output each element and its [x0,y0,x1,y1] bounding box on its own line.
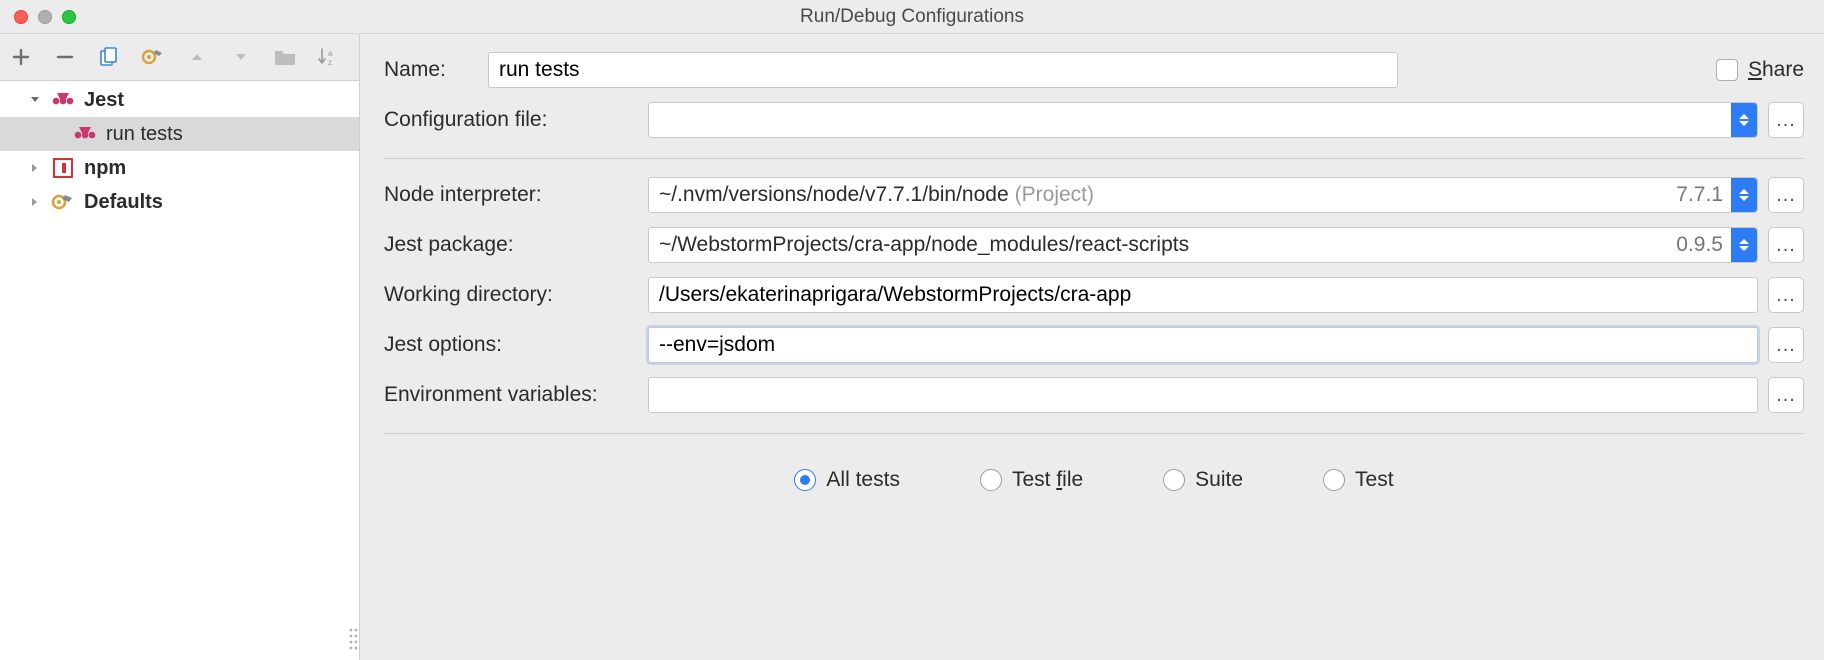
scope-suite-label: Suite [1195,468,1243,492]
node-interpreter-browse-button[interactable]: ... [1768,177,1804,213]
env-vars-edit-button[interactable]: ... [1768,377,1804,413]
jest-options-input[interactable] [648,327,1758,363]
sidebar-toolbar: az [0,34,359,80]
node-interpreter-dropdown[interactable]: ~/.nvm/versions/node/v7.7.1/bin/node (Pr… [648,177,1758,213]
jest-package-value: ~/WebstormProjects/cra-app/node_modules/… [659,233,1189,257]
titlebar: Run/Debug Configurations [0,0,1824,34]
chevron-right-icon [28,162,42,174]
folder-button[interactable] [272,44,298,70]
configuration-form: Name: Share Configuration file: ... Node… [360,34,1824,660]
tree-node-run-tests[interactable]: run tests [0,117,359,151]
resize-grip-icon[interactable] [348,626,360,654]
configurations-sidebar: az Jest run tests [0,34,360,660]
edit-defaults-button[interactable] [140,44,166,70]
test-scope-radios: All tests Test file Suite Test [384,468,1804,492]
scope-all-tests-label: All tests [826,468,900,492]
svg-text:z: z [328,58,332,67]
jest-icon [50,89,76,111]
radio-off-icon [1163,469,1185,491]
configuration-file-browse-button[interactable]: ... [1768,102,1804,138]
tree-node-label: npm [84,157,126,180]
name-label: Name: [384,58,474,82]
sort-alpha-button[interactable]: az [316,44,342,70]
svg-text:a: a [328,49,333,58]
window-controls [14,10,76,24]
chevron-right-icon [28,196,42,208]
working-directory-label: Working directory: [384,283,634,307]
tree-node-label: run tests [106,123,183,146]
tree-node-jest[interactable]: Jest [0,83,359,117]
wrench-icon [50,191,76,213]
jest-package-browse-button[interactable]: ... [1768,227,1804,263]
node-interpreter-label: Node interpreter: [384,183,634,207]
env-vars-label: Environment variables: [384,383,634,407]
configuration-file-dropdown[interactable] [648,102,1758,138]
scope-suite-radio[interactable]: Suite [1163,468,1243,492]
tree-node-npm[interactable]: npm [0,151,359,185]
radio-on-icon [794,469,816,491]
form-divider [384,433,1804,434]
radio-off-icon [1323,469,1345,491]
tree-node-label: Jest [84,89,124,112]
share-checkbox-group[interactable]: Share [1716,58,1804,82]
move-up-button[interactable] [184,44,210,70]
dropdown-arrow-icon [1731,178,1757,212]
zoom-window-button[interactable] [62,10,76,24]
share-label: Share [1748,58,1804,82]
radio-off-icon [980,469,1002,491]
window-title: Run/Debug Configurations [0,6,1824,28]
name-input[interactable] [488,52,1398,88]
jest-package-label: Jest package: [384,233,634,257]
jest-options-expand-button[interactable]: ... [1768,327,1804,363]
env-vars-input[interactable] [648,377,1758,413]
jest-options-label: Jest options: [384,333,634,357]
minimize-window-button[interactable] [38,10,52,24]
node-interpreter-value: ~/.nvm/versions/node/v7.7.1/bin/node [659,183,1009,207]
jest-package-dropdown[interactable]: ~/WebstormProjects/cra-app/node_modules/… [648,227,1758,263]
jest-icon [72,123,98,145]
node-interpreter-hint: (Project) [1015,183,1094,207]
configurations-tree: Jest run tests npm [0,80,359,660]
scope-test-label: Test [1355,468,1394,492]
remove-configuration-button[interactable] [52,44,78,70]
close-window-button[interactable] [14,10,28,24]
tree-node-label: Defaults [84,191,163,214]
copy-configuration-button[interactable] [96,44,122,70]
scope-test-file-radio[interactable]: Test file [980,468,1083,492]
node-interpreter-version: 7.7.1 [1676,183,1723,207]
scope-all-tests-radio[interactable]: All tests [794,468,900,492]
working-directory-input[interactable] [648,277,1758,313]
move-down-button[interactable] [228,44,254,70]
chevron-down-icon [28,94,42,106]
npm-icon [50,157,76,179]
scope-test-radio[interactable]: Test [1323,468,1394,492]
dropdown-arrow-icon [1731,228,1757,262]
jest-package-version: 0.9.5 [1676,233,1723,257]
add-configuration-button[interactable] [8,44,34,70]
form-divider [384,158,1804,159]
configuration-file-label: Configuration file: [384,108,634,132]
dropdown-arrow-icon [1731,103,1757,137]
working-directory-browse-button[interactable]: ... [1768,277,1804,313]
share-checkbox[interactable] [1716,59,1738,81]
tree-node-defaults[interactable]: Defaults [0,185,359,219]
scope-test-file-label: Test file [1012,468,1083,492]
